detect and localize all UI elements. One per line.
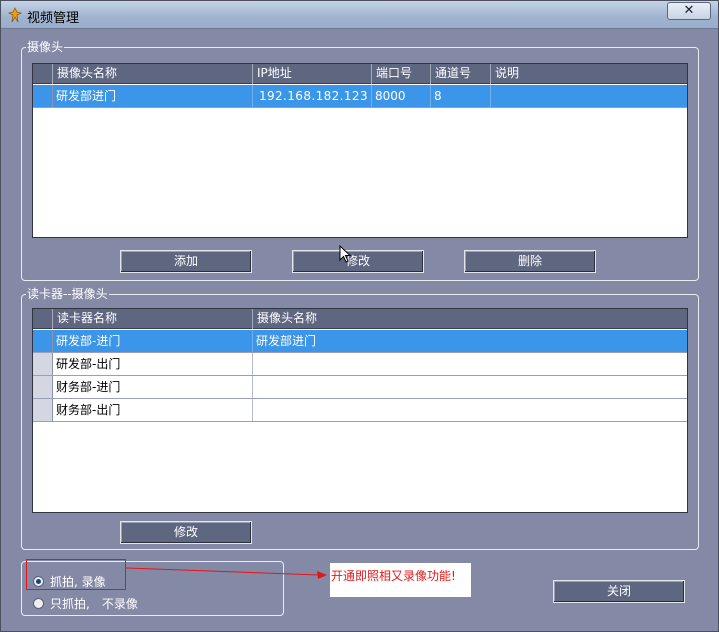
camera-name-cell [253,399,687,421]
header-indicator [33,309,53,329]
header-indicator [33,64,53,84]
reader-name-cell: 研发部-进门 [53,330,253,352]
camera-group-title: 摄像头 [26,39,65,55]
table-row[interactable]: 财务部-出门 [33,399,687,422]
header-channel[interactable]: 通道号 [431,64,491,84]
row-indicator [33,330,53,352]
row-indicator [33,85,53,107]
capture-only-label: 只抓拍, 不录像 [50,597,138,611]
row-indicator [33,353,53,375]
reader-name-cell: 财务部-出门 [53,399,253,421]
close-icon: ✕ [683,3,695,18]
port-cell: 8000 [372,85,431,107]
annotation-highlight-box [26,559,126,590]
header-note[interactable]: 说明 [491,64,687,84]
reader-group-title: 读卡器--摄像头 [26,286,109,302]
video-management-window: 视频管理 ✕ 摄像头 摄像头名称 IP地址 端口号 通道号 说明 研发部进门 1… [0,0,719,632]
reader-name-cell: 研发部-出门 [53,353,253,375]
table-row[interactable]: 研发部进门 192.168.182.123 8000 8 [33,85,687,108]
add-camera-button[interactable]: 添加 [120,250,252,273]
reader-table-header: 读卡器名称 摄像头名称 [33,309,687,329]
camera-name-cell [253,353,687,375]
window-title: 视频管理 [27,11,80,26]
title-bar[interactable]: 视频管理 ✕ [1,1,718,29]
radio-capture-only[interactable] [33,598,44,609]
camera-name-cell: 研发部进门 [53,85,253,107]
camera-table-header: 摄像头名称 IP地址 端口号 通道号 说明 [33,64,687,84]
row-indicator [33,399,53,421]
edit-camera-button[interactable]: 修改 [292,250,424,273]
table-row[interactable]: 研发部-进门 研发部进门 [33,330,687,353]
reader-camera-table[interactable]: 读卡器名称 摄像头名称 研发部-进门 研发部进门 研发部-出门 财务部-进门 财… [32,308,688,513]
header-reader-name[interactable]: 读卡器名称 [53,309,253,329]
table-row[interactable]: 财务部-进门 [33,376,687,399]
reader-name-cell: 财务部-进门 [53,376,253,398]
ip-cell: 192.168.182.123 [253,85,372,107]
row-indicator [33,376,53,398]
camera-name-cell [253,376,687,398]
close-button[interactable]: 关闭 [553,580,685,603]
note-cell [491,85,687,107]
delete-camera-button[interactable]: 删除 [464,250,596,273]
header-ip[interactable]: IP地址 [253,64,372,84]
mouse-pointer-icon [339,245,351,263]
capture-only-option[interactable]: 只抓拍, 不录像 [33,595,138,612]
edit-mapping-button[interactable]: 修改 [120,521,252,544]
window-close-button[interactable]: ✕ [667,2,711,20]
header-port[interactable]: 端口号 [372,64,431,84]
table-row[interactable]: 研发部-出门 [33,353,687,376]
channel-cell: 8 [431,85,491,107]
header-camera-name[interactable]: 摄像头名称 [253,309,687,329]
camera-table[interactable]: 摄像头名称 IP地址 端口号 通道号 说明 研发部进门 192.168.182.… [32,63,688,238]
annotation-note: 开通即照相又录像功能! [330,563,471,597]
header-camera-name[interactable]: 摄像头名称 [53,64,253,84]
app-icon [8,7,22,23]
camera-name-cell: 研发部进门 [256,334,317,348]
